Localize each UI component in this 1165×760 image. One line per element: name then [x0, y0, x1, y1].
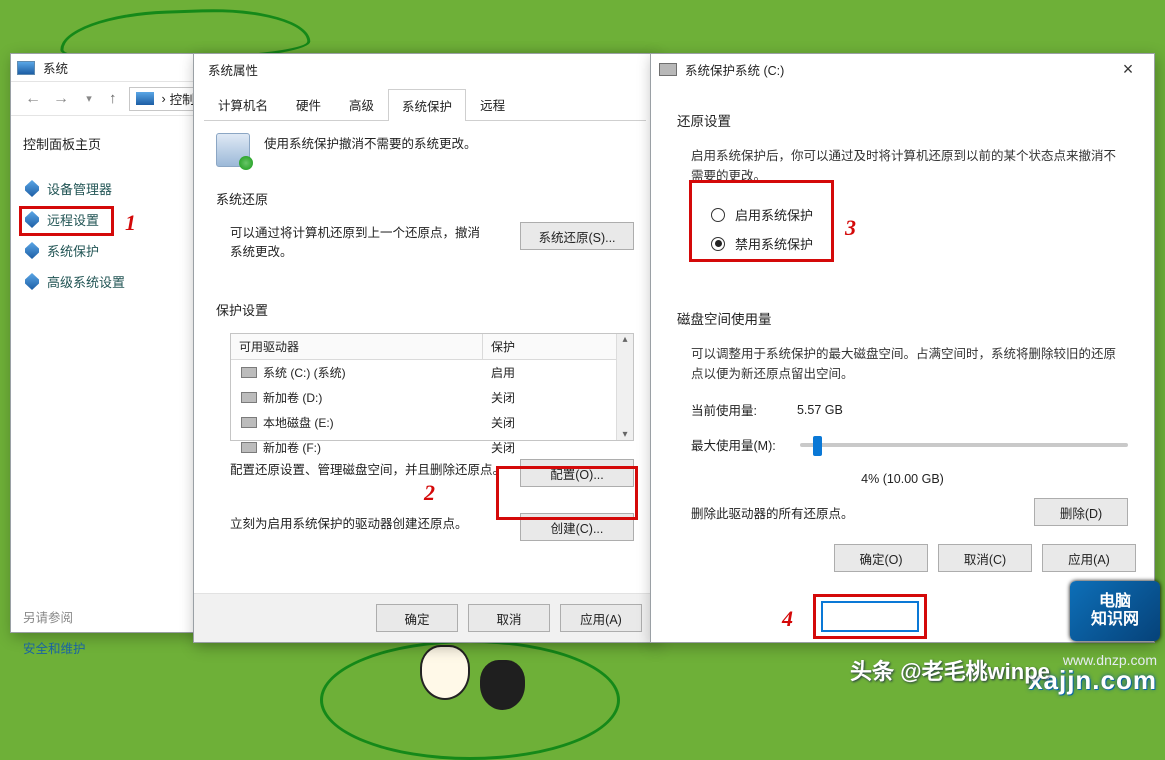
nav-forward-icon[interactable]: →	[50, 88, 72, 110]
radio-enable-protection[interactable]: 启用系统保护	[707, 200, 1128, 229]
current-usage-value: 5.57 GB	[797, 403, 843, 417]
cancel-button[interactable]: 取消(C)	[938, 544, 1032, 572]
restore-settings-desc: 启用系统保护后，你可以通过及时将计算机还原到以前的某个状态点来撤消不需要的更改。	[677, 146, 1128, 186]
apply-button[interactable]: 应用(A)	[560, 604, 642, 632]
drive-name: 新加卷 (D:)	[263, 389, 322, 406]
tab-strip: 计算机名 硬件 高级 系统保护 远程	[204, 88, 646, 121]
drive-row[interactable]: 本地磁盘 (E:) 关闭	[231, 410, 633, 435]
drive-list[interactable]: 可用驱动器 保护 系统 (C:) (系统)启用新加卷 (D:)关闭本地磁盘 (E…	[230, 333, 634, 441]
sidebar-item-advanced-settings[interactable]: 高级系统设置	[23, 266, 179, 297]
drive-protection: 关闭	[483, 385, 633, 410]
system-protection-c-window: 系统保护系统 (C:) × 还原设置 启用系统保护后，你可以通过及时将计算机还原…	[650, 53, 1155, 643]
radio-label: 启用系统保护	[735, 205, 813, 224]
see-also-security-link[interactable]: 安全和维护	[23, 638, 179, 657]
disk-usage-desc: 可以调整用于系统保护的最大磁盘空间。占满空间时，系统将删除较旧的还原点以便为新还…	[677, 344, 1128, 384]
annotation-label-4: 4	[782, 606, 793, 632]
ok-button[interactable]: 确定(O)	[834, 544, 928, 572]
monitor-icon	[17, 61, 35, 75]
nav-up-icon[interactable]: ↑	[109, 90, 117, 107]
intro-text: 使用系统保护撤消不需要的系统更改。	[264, 133, 477, 152]
radio-label: 禁用系统保护	[735, 234, 813, 253]
drive-icon	[241, 367, 257, 378]
sidebar: 控制面板主页 设备管理器 远程设置 系统保护 高级系统设置 另请参阅 安全和维护	[11, 116, 191, 632]
headline-credit: 头条 @老毛桃winpe	[850, 654, 1050, 686]
apply-button[interactable]: 应用(A)	[1042, 544, 1136, 572]
tab-hardware[interactable]: 硬件	[282, 88, 335, 120]
sidebar-item-remote-settings[interactable]: 远程设置	[23, 204, 179, 235]
tab-system-protection[interactable]: 系统保护	[388, 89, 466, 121]
title-bar: 系统保护系统 (C:) ×	[651, 54, 1154, 84]
drive-row[interactable]: 新加卷 (D:) 关闭	[231, 385, 633, 410]
drive-row[interactable]: 新加卷 (F:) 关闭	[231, 435, 633, 460]
section-title-restore-settings: 还原设置	[677, 110, 1128, 130]
max-usage-label: 最大使用量(M):	[691, 435, 776, 454]
monitor-icon	[136, 92, 154, 105]
annotation-label-3: 3	[845, 215, 856, 241]
tab-computer-name[interactable]: 计算机名	[204, 88, 282, 120]
slider-thumb[interactable]	[813, 436, 822, 456]
current-usage-label: 当前使用量:	[691, 400, 757, 419]
window-title: 系统属性	[208, 60, 258, 79]
system-restore-button[interactable]: 系统还原(S)...	[520, 222, 634, 250]
delete-desc: 删除此驱动器的所有还原点。	[691, 503, 854, 522]
annotation-label-1: 1	[125, 210, 136, 236]
dialog-footer: 确定 取消 应用(A)	[194, 593, 656, 642]
window-title: 系统	[43, 58, 68, 77]
create-desc: 立刻为启用系统保护的驱动器创建还原点。	[230, 513, 468, 532]
nav-back-icon[interactable]: ←	[22, 88, 44, 110]
system-restore-icon	[216, 133, 250, 167]
drive-icon	[659, 63, 677, 76]
drive-protection: 启用	[483, 360, 633, 385]
sidebar-item-device-manager[interactable]: 设备管理器	[23, 173, 179, 204]
restore-desc: 可以通过将计算机还原到上一个还原点，撤消 系统更改。	[230, 222, 480, 260]
radio-icon	[711, 208, 725, 222]
cancel-button[interactable]: 取消	[468, 604, 550, 632]
drive-protection: 关闭	[483, 435, 633, 460]
tab-advanced[interactable]: 高级	[335, 88, 388, 120]
configure-desc: 配置还原设置、管理磁盘空间，并且删除还原点。	[230, 459, 505, 478]
annotation-label-2: 2	[424, 480, 435, 506]
drive-name: 系统 (C:) (系统)	[263, 364, 346, 381]
dialog-content: 还原设置 启用系统保护后，你可以通过及时将计算机还原到以前的某个状态点来撤消不需…	[651, 84, 1154, 530]
col-protection: 保护	[483, 334, 633, 359]
drive-name: 本地磁盘 (E:)	[263, 414, 334, 431]
window-title: 系统保护系统 (C:)	[685, 60, 784, 79]
col-drive: 可用驱动器	[231, 334, 483, 359]
drive-list-header: 可用驱动器 保护	[231, 334, 633, 360]
radio-disable-protection[interactable]: 禁用系统保护	[707, 229, 1128, 258]
sidebar-home-link[interactable]: 控制面板主页	[23, 134, 179, 153]
delete-button[interactable]: 删除(D)	[1034, 498, 1128, 526]
system-properties-window: 系统属性 计算机名 硬件 高级 系统保护 远程 使用系统保护撤消不需要的系统更改…	[193, 53, 657, 643]
see-also-label: 另请参阅	[23, 607, 179, 626]
ok-button[interactable]: 确定	[376, 604, 458, 632]
create-button[interactable]: 创建(C)...	[520, 513, 634, 541]
section-title-disk-usage: 磁盘空间使用量	[677, 308, 1128, 328]
dialog-footer: 确定(O) 取消(C) 应用(A)	[651, 530, 1154, 588]
drive-protection: 关闭	[483, 410, 633, 435]
drive-icon	[241, 392, 257, 403]
max-usage-slider[interactable]	[800, 443, 1128, 447]
section-title-protection-settings: 保护设置	[216, 300, 634, 319]
tab-remote[interactable]: 远程	[466, 88, 519, 120]
drive-icon	[241, 417, 257, 428]
drive-row[interactable]: 系统 (C:) (系统) 启用	[231, 360, 633, 385]
sidebar-item-system-protection[interactable]: 系统保护	[23, 235, 179, 266]
logo-dnzp: 电脑 知识网	[1070, 581, 1160, 641]
scrollbar[interactable]	[616, 334, 633, 440]
configure-button[interactable]: 配置(O)...	[520, 459, 634, 487]
drive-icon	[241, 442, 257, 453]
radio-icon	[711, 237, 725, 251]
title-bar: 系统属性	[194, 54, 656, 84]
close-icon[interactable]: ×	[1110, 59, 1146, 80]
section-title-system-restore: 系统还原	[216, 189, 634, 208]
drive-name: 新加卷 (F:)	[263, 439, 321, 456]
see-also-section: 另请参阅 安全和维护	[23, 607, 179, 657]
slider-value-text: 4% (10.00 GB)	[677, 472, 1128, 486]
nav-history-icon[interactable]: ▾	[78, 88, 100, 110]
